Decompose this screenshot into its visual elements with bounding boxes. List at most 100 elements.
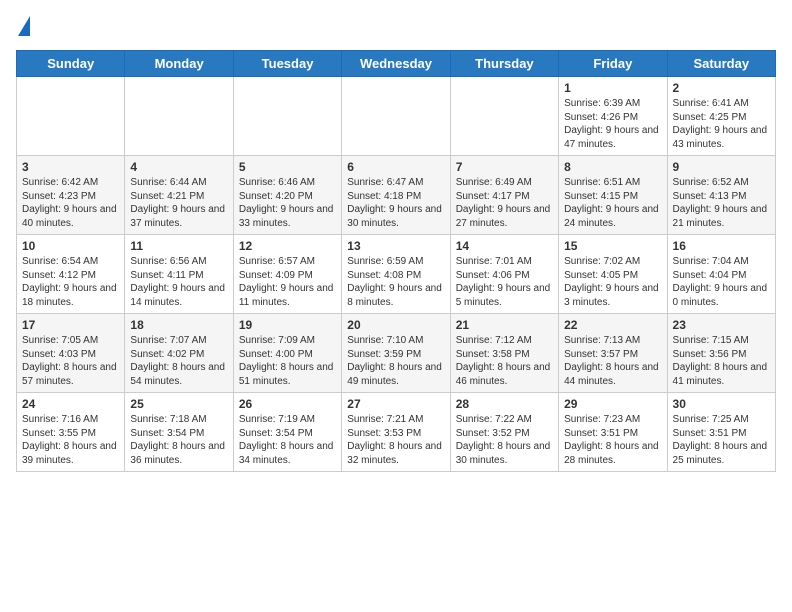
calendar-cell: 24Sunrise: 7:16 AMSunset: 3:55 PMDayligh… [17,393,125,472]
day-number: 30 [673,397,770,411]
day-number: 4 [130,160,227,174]
sunrise-time: Sunrise: 6:54 AM [22,256,98,267]
calendar-cell: 9Sunrise: 6:52 AMSunset: 4:13 PMDaylight… [667,156,775,235]
day-info: Sunrise: 6:42 AMSunset: 4:23 PMDaylight:… [22,176,119,230]
sunrise-time: Sunrise: 7:23 AM [564,414,640,425]
calendar-week-row: 10Sunrise: 6:54 AMSunset: 4:12 PMDayligh… [17,235,776,314]
sunrise-time: Sunrise: 7:02 AM [564,256,640,267]
sunrise-time: Sunrise: 7:18 AM [130,414,206,425]
weekday-header-wednesday: Wednesday [342,51,450,77]
weekday-header-saturday: Saturday [667,51,775,77]
sunrise-time: Sunrise: 7:07 AM [130,335,206,346]
sunset-time: Sunset: 4:13 PM [673,191,747,202]
calendar-cell [450,77,558,156]
day-info: Sunrise: 6:47 AMSunset: 4:18 PMDaylight:… [347,176,444,230]
sunrise-time: Sunrise: 6:46 AM [239,177,315,188]
sunset-time: Sunset: 4:06 PM [456,270,530,281]
daylight-hours: Daylight: 8 hours and 44 minutes. [564,362,659,387]
day-info: Sunrise: 6:56 AMSunset: 4:11 PMDaylight:… [130,255,227,309]
sunrise-time: Sunrise: 6:51 AM [564,177,640,188]
sunset-time: Sunset: 3:57 PM [564,349,638,360]
sunset-time: Sunset: 4:04 PM [673,270,747,281]
daylight-hours: Daylight: 9 hours and 24 minutes. [564,204,659,229]
calendar-cell [17,77,125,156]
day-info: Sunrise: 7:13 AMSunset: 3:57 PMDaylight:… [564,334,661,388]
calendar-cell: 30Sunrise: 7:25 AMSunset: 3:51 PMDayligh… [667,393,775,472]
calendar-cell [233,77,341,156]
day-number: 19 [239,318,336,332]
weekday-header-row: SundayMondayTuesdayWednesdayThursdayFrid… [17,51,776,77]
sunset-time: Sunset: 4:25 PM [673,112,747,123]
sunrise-time: Sunrise: 7:25 AM [673,414,749,425]
sunrise-time: Sunrise: 7:12 AM [456,335,532,346]
day-number: 3 [22,160,119,174]
daylight-hours: Daylight: 8 hours and 36 minutes. [130,441,225,466]
day-number: 18 [130,318,227,332]
sunset-time: Sunset: 4:21 PM [130,191,204,202]
day-info: Sunrise: 6:51 AMSunset: 4:15 PMDaylight:… [564,176,661,230]
sunrise-time: Sunrise: 6:42 AM [22,177,98,188]
sunset-time: Sunset: 4:03 PM [22,349,96,360]
daylight-hours: Daylight: 9 hours and 0 minutes. [673,283,768,308]
day-info: Sunrise: 7:04 AM Sunset: 4:04 PM Daylight:… [673,255,770,309]
day-info: Sunrise: 7:16 AM Sunset: 3:55 PM Daylight:… [22,413,119,467]
calendar-cell: 7Sunrise: 6:49 AMSunset: 4:17 PMDaylight… [450,156,558,235]
calendar-week-row: 17 Sunrise: 7:05 AM Sunset: 4:03 PM Dayligh… [17,314,776,393]
daylight-hours: Daylight: 9 hours and 21 minutes. [673,204,768,229]
daylight-hours: Daylight: 9 hours and 43 minutes. [673,125,768,150]
sunrise-time: Sunrise: 7:05 AM [22,335,98,346]
sunset-time: Sunset: 3:52 PM [456,428,530,439]
sunset-time: Sunset: 4:02 PM [130,349,204,360]
day-info: Sunrise: 7:19 AMSunset: 3:54 PMDaylight:… [239,413,336,467]
daylight-hours: Daylight: 9 hours and 8 minutes. [347,283,442,308]
day-number: 25 [130,397,227,411]
daylight-hours: Daylight: 8 hours and 49 minutes. [347,362,442,387]
calendar-cell: 21Sunrise: 7:12 AMSunset: 3:58 PMDayligh… [450,314,558,393]
calendar-cell: 6 Sunrise: 6:47 AMSunset: 4:18 PMDaylight… [342,156,450,235]
daylight-hours: Daylight: 8 hours and 54 minutes. [130,362,225,387]
sunrise-time: Sunrise: 6:56 AM [130,256,206,267]
day-number: 13 [347,239,444,253]
day-number: 6 [347,160,444,174]
weekday-header-tuesday: Tuesday [233,51,341,77]
calendar-cell: 20Sunrise: 7:10 AMSunset: 3:59 PMDayligh… [342,314,450,393]
sunset-time: Sunset: 4:09 PM [239,270,313,281]
daylight-hours: Daylight: 8 hours and 39 minutes. [22,441,117,466]
sunset-time: Sunset: 3:55 PM [22,428,96,439]
daylight-hours: Daylight: 9 hours and 14 minutes. [130,283,225,308]
day-number: 23 [673,318,770,332]
sunset-time: Sunset: 3:56 PM [673,349,747,360]
page: SundayMondayTuesdayWednesdayThursdayFrid… [0,0,792,484]
sunrise-time: Sunrise: 7:04 AM [673,256,749,267]
calendar-cell: 15Sunrise: 7:02 AMSunset: 4:05 PMDayligh… [559,235,667,314]
day-info: Sunrise: 7:22 AMSunset: 3:52 PMDaylight:… [456,413,553,467]
calendar-cell [342,77,450,156]
sunrise-time: Sunrise: 7:22 AM [456,414,532,425]
sunrise-time: Sunrise: 6:47 AM [347,177,423,188]
day-info: Sunrise: 7:23 AM Sunset: 3:51 PM Daylight:… [564,413,661,467]
calendar-cell: 11Sunrise: 6:56 AMSunset: 4:11 PMDayligh… [125,235,233,314]
daylight-hours: Daylight: 8 hours and 34 minutes. [239,441,334,466]
day-number: 1 [564,81,661,95]
calendar-cell: 10Sunrise: 6:54 AMSunset: 4:12 PMDayligh… [17,235,125,314]
day-info: Sunrise: 6:46 AMSunset: 4:20 PMDaylight:… [239,176,336,230]
sunset-time: Sunset: 3:51 PM [564,428,638,439]
calendar-cell: 29Sunrise: 7:23 AMSunset: 3:51 PMDayligh… [559,393,667,472]
sunrise-time: Sunrise: 7:16 AM [22,414,98,425]
daylight-hours: Daylight: 9 hours and 30 minutes. [347,204,442,229]
calendar-cell: 18 Sunrise: 7:07 AM Sunset: 4:02 PM Dayligh… [125,314,233,393]
day-number: 5 [239,160,336,174]
day-info: Sunrise: 7:01 AMSunset: 4:06 PMDaylight:… [456,255,553,309]
day-info: Sunrise: 7:05 AMSunset: 4:03 PMDaylight:… [22,334,119,388]
day-info: Sunrise: 6:49 AMSunset: 4:17 PMDaylight:… [456,176,553,230]
day-info: Sunrise: 6:44 AMSunset: 4:21 PMDaylight:… [130,176,227,230]
sunrise-time: Sunrise: 6:52 AM [673,177,749,188]
calendar-week-row: 3 Sunrise: 6:42 AMSunset: 4:23 PMDaylight… [17,156,776,235]
daylight-hours: Daylight: 8 hours and 28 minutes. [564,441,659,466]
sunrise-time: Sunrise: 7:09 AM [239,335,315,346]
day-info: Sunrise: 7:07 AM Sunset: 4:02 PM Daylight:… [130,334,227,388]
sunrise-time: Sunrise: 6:57 AM [239,256,315,267]
day-number: 17 [22,318,119,332]
sunrise-time: Sunrise: 6:39 AM [564,98,640,109]
sunrise-time: Sunrise: 6:59 AM [347,256,423,267]
